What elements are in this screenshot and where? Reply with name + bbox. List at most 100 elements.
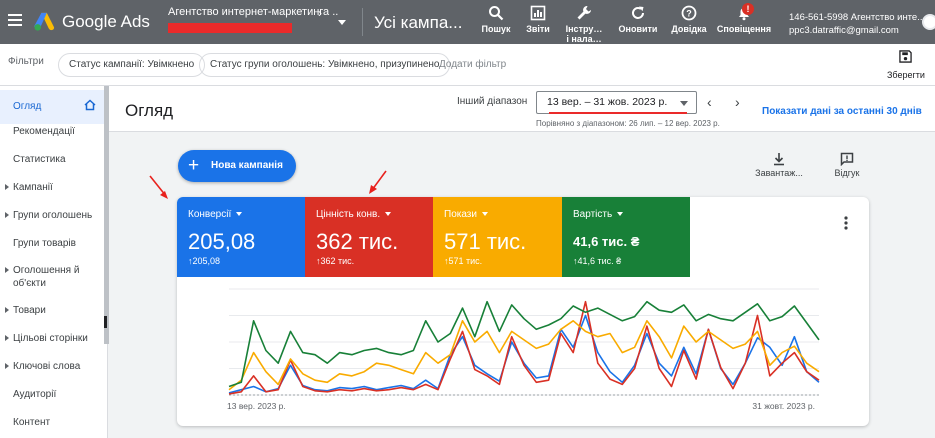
save-icon: [899, 50, 913, 63]
filter-chip-campaign-status[interactable]: Статус кампанії: Увімкнено: [58, 53, 206, 77]
chart-grid: [229, 288, 819, 396]
reports-label: Звіти: [526, 24, 550, 34]
dropdown-icon: [236, 212, 243, 217]
notifications-button[interactable]: ! Сповіщення: [716, 3, 772, 34]
expand-arrow-icon: [5, 363, 9, 369]
sidebar-item-ads-assets[interactable]: Оголошення й об'єкти: [0, 264, 104, 292]
plus-icon: +: [188, 155, 200, 176]
performance-card: Конверсії 205,08 ↑205,08 Цінність конв. …: [177, 197, 869, 426]
expand-arrow-icon: [5, 212, 9, 218]
download-label: Завантаж...: [755, 168, 803, 178]
sidebar-item-label: Аудиторії: [13, 389, 57, 400]
avatar[interactable]: [922, 14, 935, 30]
metric-name-text: Покази: [444, 209, 477, 220]
sidebar-item-label: Цільові сторінки: [13, 333, 88, 344]
metric-value: 362 тис.: [316, 229, 399, 254]
sidebar-item-label: Контент: [13, 417, 51, 428]
metric-delta: ↑362 тис.: [316, 256, 355, 266]
metric-tile-impressions[interactable]: Покази 571 тис. ↑571 тис.: [433, 197, 562, 277]
account-name: Агентство интернет-маркетинга ...: [168, 6, 338, 18]
metric-name: Конверсії: [188, 209, 243, 220]
filter-chip-adgroup-status[interactable]: Статус групи оголошень: Увімкнено, призу…: [199, 53, 451, 77]
sidebar: Огляд Рекомендації Статистика Кампанії Г…: [0, 86, 108, 438]
sidebar-item-label: Статистика: [13, 154, 66, 165]
header-divider: [362, 8, 363, 36]
sidebar-item-label: Групи оголошень: [13, 210, 93, 221]
sidebar-item-label: Рекомендації: [13, 126, 75, 137]
dropdown-icon: [680, 101, 688, 106]
download-button[interactable]: Завантаж...: [753, 152, 805, 178]
chevron-left-icon[interactable]: ‹: [707, 94, 712, 110]
search-button[interactable]: Пошук: [481, 5, 511, 34]
metric-value: 205,08: [188, 229, 256, 254]
red-annotation-arrow: [369, 170, 387, 194]
svg-text:?: ?: [686, 9, 692, 19]
metric-name: Цінність конв.: [316, 209, 392, 220]
refresh-button[interactable]: Оновити: [616, 5, 660, 34]
add-filter-button[interactable]: Додати фільтр: [439, 59, 506, 70]
filter-bar: Фільтри Статус кампанії: Увімкнено Стату…: [0, 44, 935, 86]
new-campaign-label: Нова кампанія: [211, 160, 283, 171]
refresh-icon: [632, 6, 644, 19]
chevron-right-icon[interactable]: ›: [735, 94, 740, 110]
notification-badge: !: [742, 3, 754, 15]
dropdown-icon: [481, 212, 488, 217]
sidebar-item-label: Кампанії: [13, 182, 53, 193]
sidebar-item-label: Групи товарів: [13, 238, 76, 249]
date-range-picker[interactable]: 13 вер. – 31 жов. 2023 р.: [536, 91, 697, 114]
home-icon: [84, 99, 96, 111]
red-annotation-arrow: [149, 175, 168, 199]
filters-label: Фільтри: [8, 56, 44, 67]
account-id: 146-561-5998 Агентство инте...: [789, 12, 926, 23]
show-last-30-days-link[interactable]: Показати дані за останні 30 днів: [762, 106, 922, 117]
save-button[interactable]: Зберегти: [887, 50, 925, 80]
expand-arrow-icon: [5, 184, 9, 190]
page-title[interactable]: Усі кампа...: [374, 13, 462, 33]
redacted-account-id: [168, 23, 292, 33]
range-label: Інший діапазон: [457, 96, 528, 107]
x-axis-end-label: 31 жовт. 2023 р.: [752, 401, 815, 411]
expand-arrow-icon: [5, 267, 9, 273]
help-button[interactable]: ? Довідка: [669, 5, 709, 34]
account-switcher[interactable]: Агентство интернет-маркетинга ... ›: [168, 6, 338, 38]
save-label: Зберегти: [887, 70, 925, 80]
google-ads-logo: [34, 12, 55, 31]
account-info[interactable]: 146-561-5998 Агентство инте... ppc3.datr…: [789, 11, 925, 37]
metric-delta: ↑571 тис.: [444, 256, 483, 266]
series-line-Покази: [228, 319, 820, 391]
main-content: Огляд Інший діапазон 13 вер. – 31 жов. 2…: [109, 86, 935, 438]
menu-icon[interactable]: [8, 14, 22, 26]
sidebar-item-label-2: об'єкти: [13, 278, 46, 289]
sidebar-item-label: Товари: [13, 305, 46, 316]
sidebar-item-overview[interactable]: Огляд: [0, 90, 104, 124]
x-axis-start-label: 13 вер. 2023 р.: [227, 401, 286, 411]
search-icon: [489, 6, 504, 21]
expand-arrow-icon: [5, 335, 9, 341]
feedback-icon: [840, 152, 854, 167]
red-annotation-underline: [549, 112, 687, 114]
reports-button[interactable]: Звіти: [523, 5, 553, 34]
sidebar-item-label: Ключові слова: [13, 361, 81, 372]
wrench-icon: [577, 6, 591, 20]
compare-range-text: Порівняно з діапазоном: 26 лип. – 12 вер…: [536, 119, 720, 128]
dropdown-icon: [385, 212, 392, 217]
metric-tile-conversions[interactable]: Конверсії 205,08 ↑205,08: [177, 197, 305, 277]
metric-delta: ↑41,6 тис. ₴: [573, 256, 622, 266]
metric-name-text: Цінність конв.: [316, 209, 381, 220]
tools-label: Інстру…: [565, 24, 603, 34]
tools-button[interactable]: Інстру… і нала…: [562, 5, 606, 44]
expand-arrow-icon: [5, 307, 9, 313]
download-icon: [774, 153, 784, 166]
metric-tile-cost[interactable]: Вартість 41,6 тис. ₴ ↑41,6 тис. ₴: [562, 197, 690, 277]
new-campaign-button[interactable]: + Нова кампанія: [178, 150, 296, 182]
account-dropdown-icon[interactable]: [338, 20, 346, 25]
reports-icon: [530, 5, 546, 21]
feedback-button[interactable]: Відгук: [829, 152, 865, 178]
metric-name-text: Конверсії: [188, 209, 232, 220]
help-label: Довідка: [671, 24, 707, 34]
sidebar-item-label: Оголошення й: [13, 265, 80, 276]
metric-name: Покази: [444, 209, 488, 220]
metric-tile-conversion-value[interactable]: Цінність конв. 362 тис. ↑362 тис.: [305, 197, 433, 277]
more-options-icon[interactable]: [844, 216, 848, 230]
notifications-label: Сповіщення: [716, 24, 772, 34]
